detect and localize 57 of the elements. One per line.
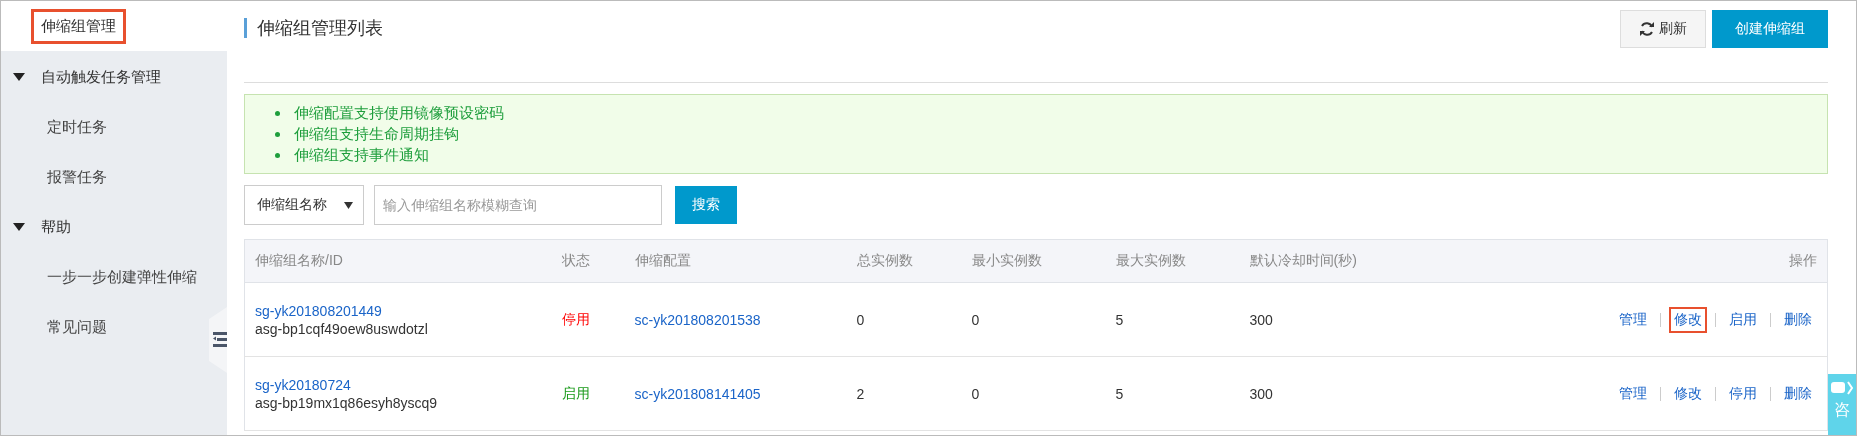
refresh-icon — [1639, 20, 1655, 37]
collapse-handle[interactable] — [209, 307, 227, 373]
action-link[interactable]: 删除 — [1779, 380, 1817, 407]
table-cell: 5 — [1115, 385, 1124, 402]
column-header: 最大实例数 — [1115, 252, 1186, 268]
table-cell: 0 — [971, 311, 980, 328]
action-link[interactable]: 管理 — [1614, 380, 1652, 407]
group-name-link[interactable]: sg-yk20180724 — [255, 376, 351, 393]
action-link[interactable]: 删除 — [1779, 306, 1817, 333]
column-header: 伸缩配置 — [634, 252, 691, 268]
sidebar-item[interactable]: 一步一步创建弹性伸缩 — [47, 267, 197, 287]
group-id: asg-bp1cqf49oew8uswdotzl — [255, 320, 428, 337]
notice-text: 伸缩配置支持使用镜像预设密码 — [294, 104, 504, 123]
config-link[interactable]: sc-yk201808201538 — [634, 311, 761, 328]
bullet-icon — [275, 132, 280, 137]
sidebar-item[interactable]: 定时任务 — [47, 117, 107, 137]
column-header: 状态 — [561, 252, 590, 268]
refresh-button[interactable]: 刷新 — [1620, 9, 1706, 48]
table-cell: 0 — [856, 311, 865, 328]
sidebar-item[interactable]: 报警任务 — [47, 167, 107, 187]
status-text: 停用 — [561, 310, 590, 327]
column-header: 伸缩组名称/ID — [255, 252, 343, 268]
notice-text: 伸缩组支持生命周期挂钩 — [294, 125, 459, 144]
filter-dropdown[interactable]: 伸缩组名称 — [244, 185, 364, 225]
bullet-icon — [275, 111, 280, 116]
table-cell: 300 — [1249, 385, 1273, 402]
status-text: 启用 — [561, 384, 590, 401]
sidebar-item[interactable]: 伸缩组管理 — [31, 9, 126, 44]
bullet-icon — [275, 153, 280, 158]
action-link[interactable]: 修改 — [1669, 380, 1707, 407]
table-cell: 2 — [856, 385, 865, 402]
config-link[interactable]: sc-yk201808141405 — [634, 385, 761, 402]
table-cell: 0 — [971, 385, 980, 402]
caret-icon — [13, 223, 25, 231]
caret-icon — [344, 201, 353, 209]
column-header: 最小实例数 — [971, 252, 1042, 268]
search-button[interactable]: 搜索 — [675, 186, 737, 224]
notice-text: 伸缩组支持事件通知 — [294, 146, 429, 165]
group-name-link[interactable]: sg-yk201808201449 — [255, 302, 382, 319]
group-id: asg-bp19mx1q86esyh8yscq9 — [255, 394, 438, 411]
action-link[interactable]: 启用 — [1724, 306, 1762, 333]
search-field[interactable]: 输入伸缩组名称模糊查询 — [374, 185, 662, 225]
page-title: 伸缩组管理列表 — [244, 17, 383, 38]
sidebar-item[interactable]: 常见问题 — [47, 317, 107, 337]
caret-icon — [13, 73, 25, 81]
action-link[interactable]: 管理 — [1614, 306, 1652, 333]
action-link[interactable]: 停用 — [1724, 380, 1762, 407]
column-header: 操作 — [1789, 252, 1817, 268]
action-link[interactable]: 修改 — [1669, 306, 1707, 333]
sidebar-group[interactable]: 帮助 — [1, 202, 227, 252]
column-header: 总实例数 — [856, 252, 913, 268]
table-cell: 300 — [1249, 311, 1273, 328]
sidebar-group[interactable]: 自动触发任务管理 — [1, 52, 227, 102]
column-header: 默认冷却时间(秒) — [1249, 252, 1357, 268]
create-button[interactable]: 创建伸缩组 — [1712, 9, 1828, 48]
table-cell: 5 — [1115, 311, 1124, 328]
chat-icon — [1830, 380, 1854, 396]
